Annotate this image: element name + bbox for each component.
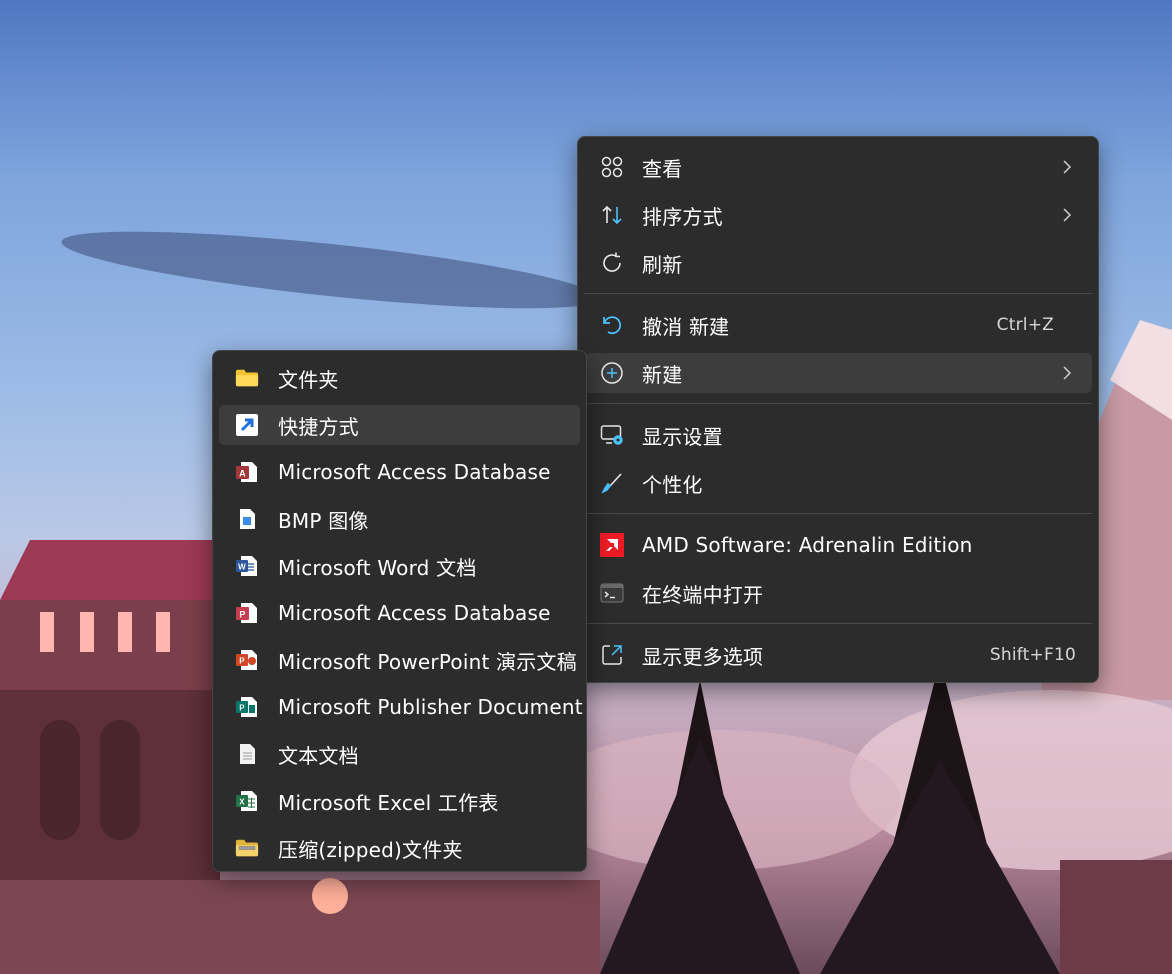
menu-item-label: 显示更多选项 <box>642 644 764 669</box>
powerpoint-icon: P <box>235 648 259 672</box>
svg-text:P: P <box>239 704 245 713</box>
menu-item-undo-new[interactable]: 撤消 新建 Ctrl+Z <box>584 305 1092 345</box>
terminal-icon <box>600 581 624 605</box>
new-submenu: 文件夹 快捷方式 A Microsoft Access Database BMP… <box>212 350 587 872</box>
svg-text:A: A <box>239 469 246 479</box>
submenu-item-label: 文件夹 <box>278 367 339 392</box>
menu-separator <box>584 403 1092 404</box>
menu-item-personalize[interactable]: 个性化 <box>584 463 1092 503</box>
svg-text:W: W <box>238 563 246 572</box>
amd-icon <box>600 533 624 557</box>
menu-item-label: 个性化 <box>642 472 703 497</box>
submenu-item-excel[interactable]: X Microsoft Excel 工作表 <box>219 781 580 821</box>
zip-folder-icon <box>235 836 259 860</box>
grid-view-icon <box>600 155 624 179</box>
menu-item-label: 在终端中打开 <box>642 582 764 607</box>
submenu-item-label: Microsoft PowerPoint 演示文稿 <box>278 649 577 674</box>
excel-icon: X <box>235 789 259 813</box>
submenu-item-text-document[interactable]: 文本文档 <box>219 734 580 774</box>
display-settings-icon <box>600 423 624 447</box>
menu-item-label: 新建 <box>642 362 683 387</box>
desktop-context-menu: 查看 排序方式 刷新 撤消 新建 Ctrl+Z 新建 显示设置 个性化 AMD … <box>577 136 1099 683</box>
text-document-icon <box>235 742 259 766</box>
refresh-icon <box>600 251 624 275</box>
submenu-item-access-database-2[interactable]: P Microsoft Access Database <box>219 593 580 633</box>
menu-item-label: 刷新 <box>642 252 683 277</box>
sort-icon <box>600 203 624 227</box>
submenu-item-shortcut[interactable]: 快捷方式 <box>219 405 580 445</box>
submenu-item-powerpoint[interactable]: P Microsoft PowerPoint 演示文稿 <box>219 640 580 680</box>
folder-icon <box>235 366 259 390</box>
menu-item-refresh[interactable]: 刷新 <box>584 243 1092 283</box>
menu-item-label: 查看 <box>642 156 683 181</box>
submenu-item-word-document[interactable]: W Microsoft Word 文档 <box>219 546 580 586</box>
chevron-right-icon <box>1063 160 1072 174</box>
menu-item-label: 撤消 新建 <box>642 314 730 339</box>
menu-item-sort[interactable]: 排序方式 <box>584 195 1092 235</box>
shortcut-text: Shift+F10 <box>989 645 1076 665</box>
access-icon: A <box>235 460 259 484</box>
menu-item-new[interactable]: 新建 <box>584 353 1092 393</box>
menu-item-amd-software[interactable]: AMD Software: Adrenalin Edition <box>584 525 1092 565</box>
menu-separator <box>584 513 1092 514</box>
menu-item-show-more-options[interactable]: 显示更多选项 Shift+F10 <box>584 635 1092 675</box>
submenu-item-label: Microsoft Publisher Document <box>278 695 583 719</box>
access-icon: P <box>235 601 259 625</box>
chevron-right-icon <box>1063 366 1072 380</box>
submenu-item-publisher[interactable]: P Microsoft Publisher Document <box>219 687 583 727</box>
submenu-item-bmp-image[interactable]: BMP 图像 <box>219 499 580 539</box>
menu-item-view[interactable]: 查看 <box>584 147 1092 187</box>
submenu-item-label: Microsoft Access Database <box>278 460 551 484</box>
submenu-item-label: Microsoft Access Database <box>278 601 551 625</box>
menu-item-open-terminal[interactable]: 在终端中打开 <box>584 573 1092 613</box>
bmp-image-icon <box>235 507 259 531</box>
menu-item-display-settings[interactable]: 显示设置 <box>584 415 1092 455</box>
chevron-right-icon <box>1063 208 1072 222</box>
more-options-icon <box>600 643 624 667</box>
brush-icon <box>600 471 624 495</box>
submenu-item-access-database[interactable]: A Microsoft Access Database <box>219 452 580 492</box>
menu-item-label: 显示设置 <box>642 424 723 449</box>
shortcut-text: Ctrl+Z <box>996 315 1054 335</box>
svg-text:X: X <box>239 798 245 807</box>
svg-text:P: P <box>239 610 245 620</box>
menu-item-label: AMD Software: Adrenalin Edition <box>642 533 973 557</box>
svg-text:P: P <box>239 657 245 666</box>
word-icon: W <box>235 554 259 578</box>
shortcut-icon <box>235 413 259 437</box>
submenu-item-label: Microsoft Word 文档 <box>278 555 477 580</box>
submenu-item-label: Microsoft Excel 工作表 <box>278 790 499 815</box>
menu-separator <box>584 623 1092 624</box>
submenu-item-folder[interactable]: 文件夹 <box>219 358 580 398</box>
menu-separator <box>584 293 1092 294</box>
menu-item-label: 排序方式 <box>642 204 723 229</box>
submenu-item-label: 压缩(zipped)文件夹 <box>278 837 463 862</box>
submenu-item-label: 文本文档 <box>278 743 359 768</box>
submenu-item-label: 快捷方式 <box>278 414 359 439</box>
submenu-item-zip-folder[interactable]: 压缩(zipped)文件夹 <box>219 828 580 868</box>
undo-icon <box>600 313 624 337</box>
submenu-item-label: BMP 图像 <box>278 508 369 533</box>
publisher-icon: P <box>235 695 259 719</box>
new-plus-icon <box>600 361 624 385</box>
